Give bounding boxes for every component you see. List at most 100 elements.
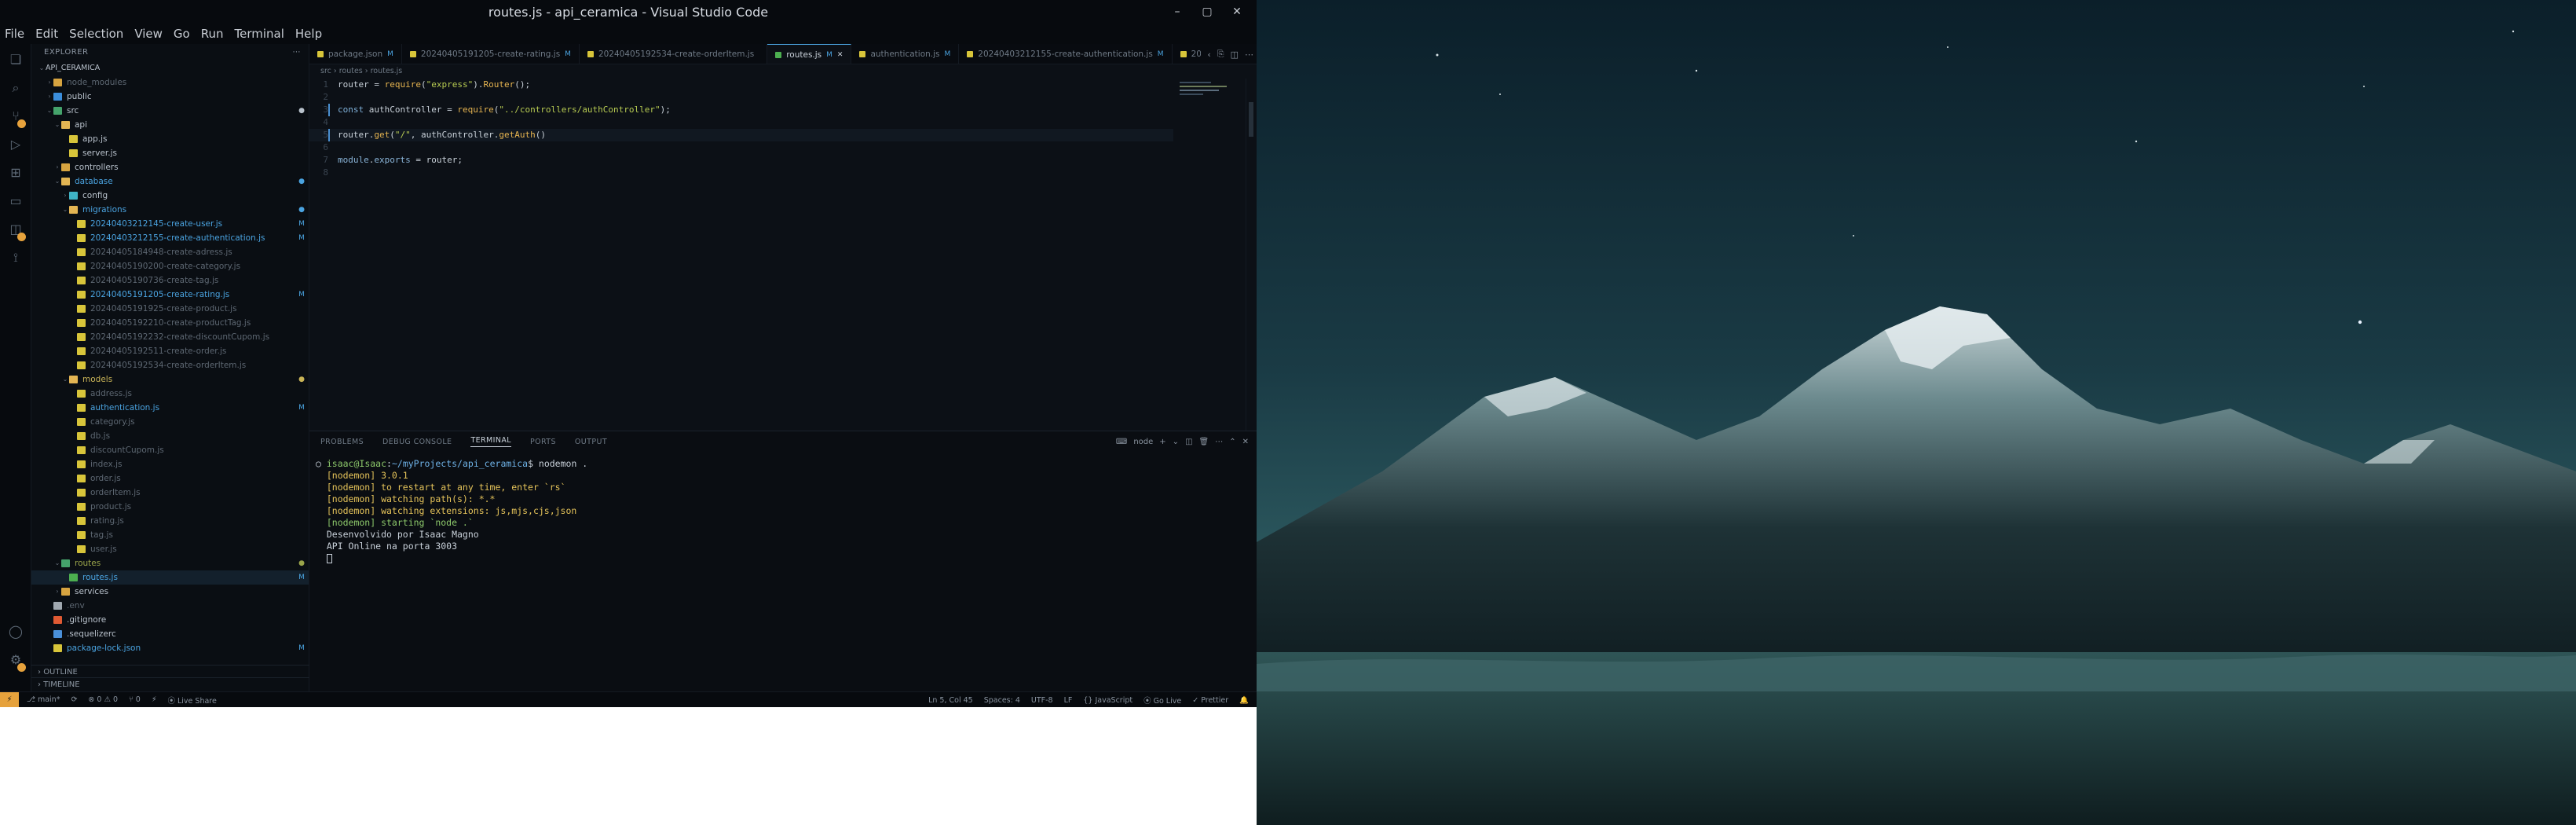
tab-output[interactable]: OUTPUT <box>575 438 607 446</box>
tree-file[interactable]: .gitignore <box>31 613 309 627</box>
ports-status[interactable]: ⑂ 0 <box>129 695 141 704</box>
more-actions-icon[interactable]: ⋯ <box>293 44 302 61</box>
trash-icon[interactable]: 🗑 <box>1199 438 1209 446</box>
tree-file[interactable]: address.js <box>31 387 309 401</box>
tree-file[interactable]: 20240405192511-create-order.js <box>31 344 309 358</box>
tree-file[interactable]: 20240405192210-create-productTag.js <box>31 316 309 330</box>
tree-file[interactable]: app.js <box>31 132 309 146</box>
menu-selection[interactable]: Selection <box>69 27 123 41</box>
tree-file[interactable]: rating.js <box>31 514 309 528</box>
menu-terminal[interactable]: Terminal <box>235 27 284 41</box>
tree-file[interactable]: product.js <box>31 500 309 514</box>
language-mode[interactable]: {} JavaScript <box>1083 696 1132 705</box>
tree-file[interactable]: 20240405190736-create-tag.js <box>31 273 309 288</box>
encoding[interactable]: UTF-8 <box>1031 696 1053 705</box>
menu-help[interactable]: Help <box>295 27 322 41</box>
maximize-icon[interactable]: ▢ <box>1192 6 1222 18</box>
tree-folder[interactable]: ⌄ routes ● <box>31 556 309 570</box>
search-icon[interactable]: ⌕ <box>6 79 25 97</box>
cursor-position[interactable]: Ln 5, Col 45 <box>928 696 973 705</box>
tab-active[interactable]: routes.js M ✕ <box>767 44 852 64</box>
tree-file[interactable]: discountCupom.js <box>31 443 309 457</box>
account-icon[interactable]: ◯ <box>6 622 25 641</box>
tree-file[interactable]: authentication.js M <box>31 401 309 415</box>
line-ending[interactable]: LF <box>1064 696 1073 705</box>
prettier-status[interactable]: ✓ Prettier <box>1192 696 1228 705</box>
tab[interactable]: authentication.js M <box>851 44 960 64</box>
breadcrumb[interactable]: src › routes › routes.js <box>309 64 1257 79</box>
tree-file[interactable]: 20240403212145-create-user.js M <box>31 217 309 231</box>
tree-file[interactable]: 20240403212155-create-authentication.js M <box>31 231 309 245</box>
tree-file[interactable]: orderItem.js <box>31 486 309 500</box>
tree-folder[interactable]: ⌄ migrations ● <box>31 203 309 217</box>
tree-folder[interactable]: ⌄ api <box>31 118 309 132</box>
more-actions-icon[interactable]: ⋯ <box>1245 50 1253 60</box>
menu-go[interactable]: Go <box>174 27 190 41</box>
indentation[interactable]: Spaces: 4 <box>984 696 1020 705</box>
new-terminal-icon[interactable]: + <box>1159 438 1165 446</box>
tree-file[interactable]: 20240405192232-create-discountCupom.js <box>31 330 309 344</box>
tree-file[interactable]: db.js <box>31 429 309 443</box>
tree-file[interactable]: routes.js M <box>31 570 309 585</box>
menu-edit[interactable]: Edit <box>35 27 58 41</box>
tree-file[interactable]: category.js <box>31 415 309 429</box>
go-live-button[interactable]: ⦿ Go Live <box>1143 695 1181 706</box>
tree-file[interactable]: index.js <box>31 457 309 471</box>
tree-file[interactable]: 20240405190200-create-category.js <box>31 259 309 273</box>
timeline-section[interactable]: › TIMELINE <box>31 677 309 691</box>
editor-scrollbar[interactable] <box>1246 79 1257 431</box>
tree-file[interactable]: order.js <box>31 471 309 486</box>
chevron-down-icon[interactable]: ⌄ <box>1173 438 1179 446</box>
tab-debug-console[interactable]: DEBUG CONSOLE <box>382 438 452 446</box>
remote-explorer-icon[interactable]: ▭ <box>6 192 25 211</box>
tree-file[interactable]: 20240405191205-create-rating.js M <box>31 288 309 302</box>
maximize-panel-icon[interactable]: ⌃ <box>1229 438 1235 446</box>
source-control-compare-icon[interactable]: ⎘ <box>1217 49 1224 60</box>
tree-folder[interactable]: › controllers <box>31 160 309 174</box>
tree-file[interactable]: 20240405184948-create-adress.js <box>31 245 309 259</box>
explorer-icon[interactable]: ❏ <box>6 50 25 69</box>
tab-problems[interactable]: PROBLEMS <box>320 438 364 446</box>
remote-indicator-icon[interactable]: ⚡ <box>0 691 19 707</box>
tree-root[interactable]: ⌄ API_CERAMICA <box>31 61 309 75</box>
menu-file[interactable]: File <box>5 27 24 41</box>
tree-file[interactable]: .env <box>31 599 309 613</box>
tree-file[interactable]: 20240405191925-create-product.js <box>31 302 309 316</box>
split-editor-icon[interactable]: ◫ <box>1231 50 1239 60</box>
tab[interactable]: 20240405191205-create-rating.js M <box>402 44 580 64</box>
menu-view[interactable]: View <box>134 27 163 41</box>
terminal-output[interactable]: ○ isaac@Isaac:~/myProjects/api_ceramica$… <box>316 458 1242 564</box>
tree-file[interactable]: server.js <box>31 146 309 160</box>
tab-ports[interactable]: PORTS <box>530 438 556 446</box>
tree-folder[interactable]: › config <box>31 189 309 203</box>
close-tab-icon[interactable]: ✕ <box>837 51 843 59</box>
split-terminal-icon[interactable]: ◫ <box>1185 438 1192 446</box>
tree-folder[interactable]: › services <box>31 585 309 599</box>
tree-folder[interactable]: ⌄ src ● <box>31 104 309 118</box>
menu-run[interactable]: Run <box>201 27 224 41</box>
tree-file[interactable]: tag.js <box>31 528 309 542</box>
code-editor[interactable]: 1 router = require("express").Router(); 2 3… <box>309 79 1257 431</box>
close-icon[interactable]: ✕ <box>1222 6 1252 18</box>
problems-status[interactable]: ⊗ 0 ⚠ 0 <box>88 695 118 704</box>
scroll-thumb[interactable] <box>1249 102 1253 137</box>
extensions-icon[interactable]: ⊞ <box>6 163 25 182</box>
tree-file[interactable]: 20240405192534-create-orderItem.js <box>31 358 309 372</box>
tree-file[interactable]: user.js <box>31 542 309 556</box>
chevron-left-icon[interactable]: ‹ <box>1207 50 1210 60</box>
tree-folder[interactable]: › node_modules <box>31 75 309 90</box>
sync-icon[interactable]: ⟳ <box>71 695 77 704</box>
lightning-icon[interactable]: ⚡ <box>152 695 157 704</box>
tree-folder[interactable]: ⌄ database ● <box>31 174 309 189</box>
tab[interactable]: 20240405192534-create-orderItem.js <box>580 44 768 64</box>
tab-terminal[interactable]: TERMINAL <box>470 436 511 447</box>
git-branch-status[interactable]: ⎇ main* <box>27 695 60 704</box>
tree-folder[interactable]: › public <box>31 90 309 104</box>
tree-folder[interactable]: ⌄ models ● <box>31 372 309 387</box>
tab[interactable]: 20240403212155-create-authentication.js M <box>959 44 1173 64</box>
close-panel-icon[interactable]: ✕ <box>1242 438 1249 446</box>
tree-file[interactable]: .sequelizerc <box>31 627 309 641</box>
run-debug-icon[interactable]: ▷ <box>6 135 25 154</box>
git-graph-icon[interactable]: ⟟ <box>6 248 25 267</box>
more-actions-icon[interactable]: ⋯ <box>1215 438 1223 446</box>
